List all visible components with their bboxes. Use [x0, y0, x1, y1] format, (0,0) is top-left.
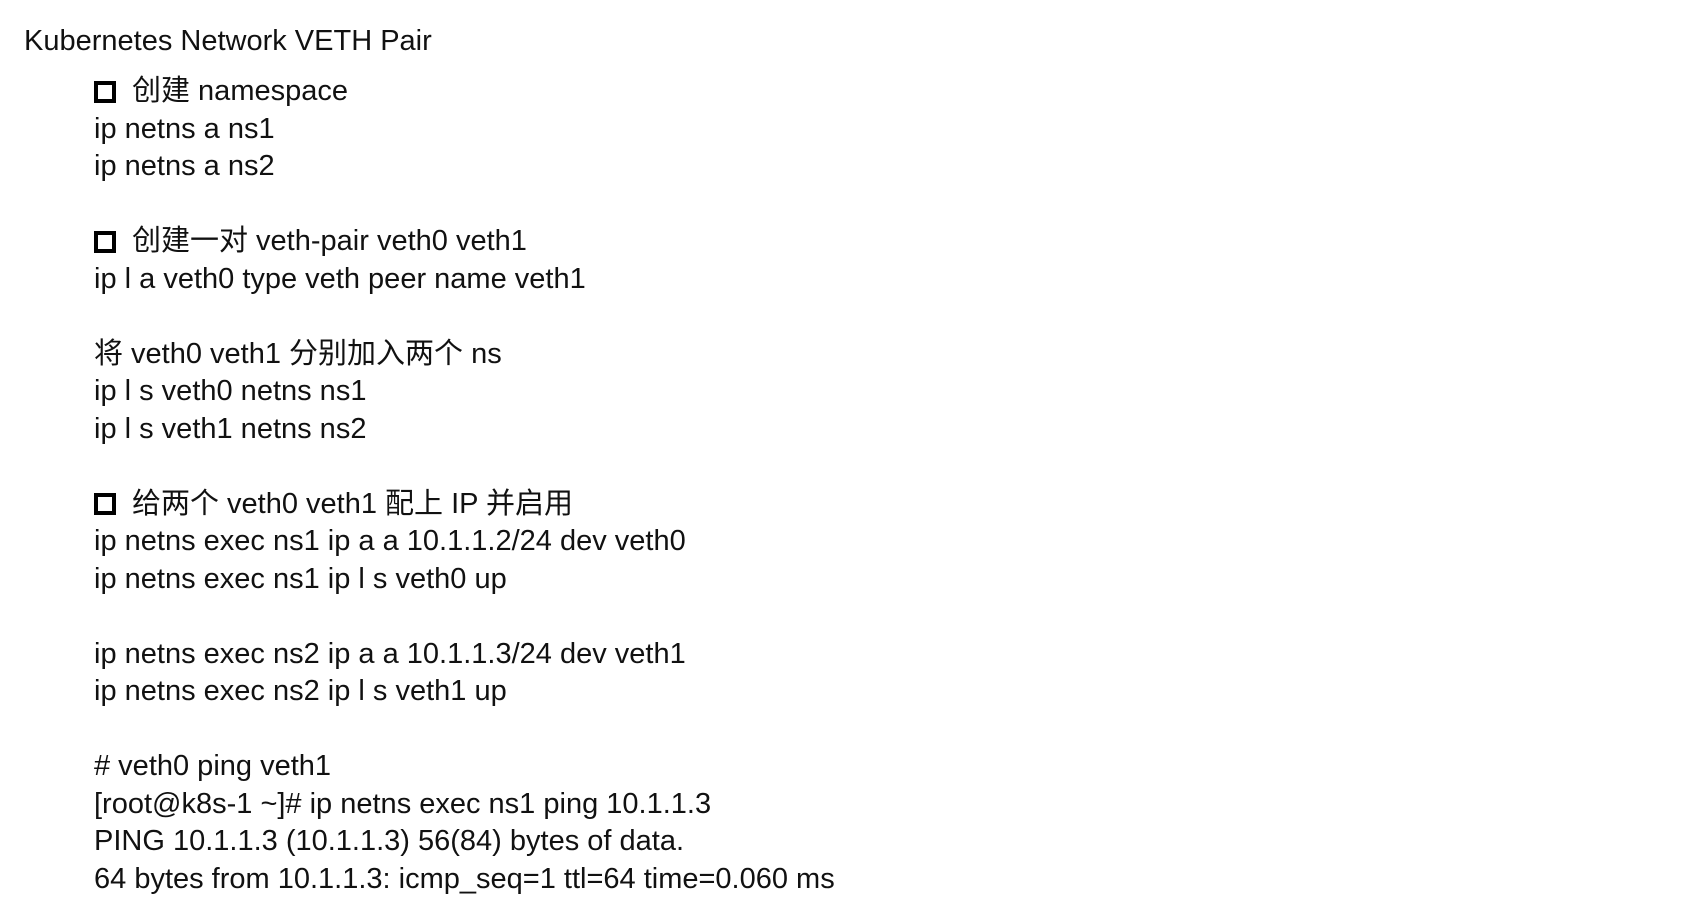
blank-line [94, 298, 835, 336]
blank-line [94, 448, 835, 486]
blank-line [94, 598, 835, 636]
line-text: ip netns exec ns2 ip l s veth1 up [94, 673, 507, 711]
section-note-move-to-ns: 将 veth0 veth1 分别加入两个 ns [94, 336, 835, 374]
line-text: ip netns a ns2 [94, 148, 275, 186]
line-text: ip netns exec ns1 ip l s veth0 up [94, 561, 507, 599]
line-text: ip netns exec ns1 ip a a 10.1.1.2/24 dev… [94, 523, 686, 561]
terminal-prompt-line: [root@k8s-1 ~]# ip netns exec ns1 ping 1… [94, 786, 835, 824]
command-line: ip l a veth0 type veth peer name veth1 [94, 261, 835, 299]
command-line: ip netns exec ns2 ip l s veth1 up [94, 673, 835, 711]
command-line: ip netns a ns1 [94, 111, 835, 149]
command-line: ip netns exec ns1 ip a a 10.1.1.2/24 dev… [94, 523, 835, 561]
comment-line: # veth0 ping veth1 [94, 748, 835, 786]
line-text: 64 bytes from 10.1.1.3: icmp_seq=1 ttl=6… [94, 861, 835, 898]
line-text: ip l a veth0 type veth peer name veth1 [94, 261, 586, 299]
square-bullet-icon [94, 493, 116, 515]
command-line: ip l s veth1 netns ns2 [94, 411, 835, 449]
command-line: ip netns exec ns1 ip l s veth0 up [94, 561, 835, 599]
command-line: ip netns a ns2 [94, 148, 835, 186]
line-text: [root@k8s-1 ~]# ip netns exec ns1 ping 1… [94, 786, 711, 824]
section-heading-create-namespace: 创建 namespace [94, 73, 835, 111]
section-heading-assign-ip: 给两个 veth0 veth1 配上 IP 并启用 [94, 486, 835, 524]
line-text: 创建一对 veth-pair veth0 veth1 [132, 223, 527, 261]
section-heading-create-veth-pair: 创建一对 veth-pair veth0 veth1 [94, 223, 835, 261]
line-text: ip l s veth1 netns ns2 [94, 411, 366, 449]
blank-line [94, 711, 835, 749]
document-content: 创建 namespace ip netns a ns1 ip netns a n… [94, 73, 835, 898]
line-text: # veth0 ping veth1 [94, 748, 331, 786]
command-line: ip l s veth0 netns ns1 [94, 373, 835, 411]
document-title: Kubernetes Network VETH Pair [24, 22, 432, 60]
document-page: Kubernetes Network VETH Pair 创建 namespac… [0, 0, 1688, 896]
line-text: 将 veth0 veth1 分别加入两个 ns [94, 336, 502, 374]
terminal-output-line: 64 bytes from 10.1.1.3: icmp_seq=1 ttl=6… [94, 861, 835, 898]
line-text: PING 10.1.1.3 (10.1.1.3) 56(84) bytes of… [94, 823, 684, 861]
line-text: 给两个 veth0 veth1 配上 IP 并启用 [132, 486, 573, 524]
line-text: 创建 namespace [132, 73, 348, 111]
blank-line [94, 186, 835, 224]
square-bullet-icon [94, 231, 116, 253]
line-text: ip l s veth0 netns ns1 [94, 373, 366, 411]
command-line: ip netns exec ns2 ip a a 10.1.1.3/24 dev… [94, 636, 835, 674]
line-text: ip netns exec ns2 ip a a 10.1.1.3/24 dev… [94, 636, 686, 674]
terminal-output-line: PING 10.1.1.3 (10.1.1.3) 56(84) bytes of… [94, 823, 835, 861]
line-text: ip netns a ns1 [94, 111, 275, 149]
square-bullet-icon [94, 81, 116, 103]
